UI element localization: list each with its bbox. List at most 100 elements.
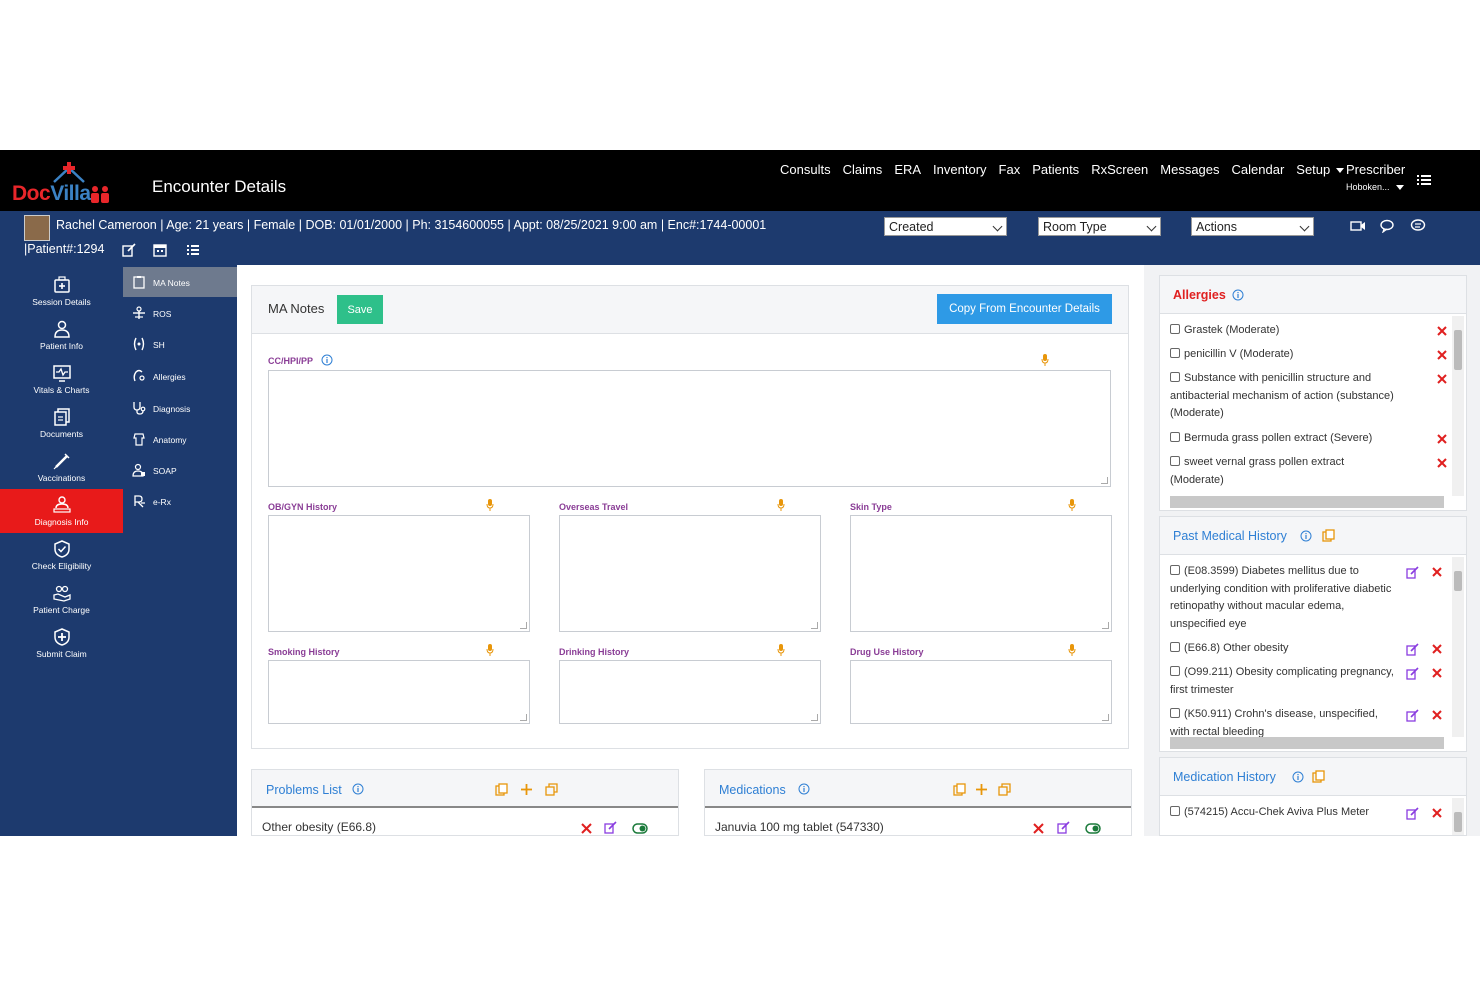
nav-era[interactable]: ERA [888,162,927,177]
pmh-item[interactable]: (E08.3599) Diabetes mellitus due to unde… [1170,563,1400,633]
delete-icon[interactable] [1432,644,1442,654]
subnav-anatomy[interactable]: Anatomy [123,424,237,454]
subnav-ros[interactable]: ROS [123,298,237,328]
allergy-item[interactable]: penicillin V (Moderate) [1170,346,1400,364]
allergy-item[interactable]: Substance with penicillin structure and … [1170,370,1400,423]
medication-history-vertical-scrollbar[interactable] [1452,798,1464,835]
checkbox[interactable] [1170,456,1180,466]
skin-type-textarea[interactable] [850,515,1112,632]
delete-icon[interactable] [1437,434,1447,444]
obgyn-history-textarea[interactable] [268,515,530,632]
info-icon[interactable] [321,354,333,366]
docvilla-logo[interactable]: DocVilla [10,160,120,206]
toggle-icon[interactable] [632,822,648,835]
delete-icon[interactable] [1032,822,1045,835]
list-menu-icon[interactable] [1416,172,1432,188]
sidebar-item-diagnosis-info[interactable]: Diagnosis Info [0,489,123,533]
calendar-icon[interactable] [153,243,167,257]
video-call-icon[interactable] [1350,219,1366,233]
info-icon[interactable] [798,783,810,795]
checkbox[interactable] [1170,348,1180,358]
copy-from-encounter-button[interactable]: Copy From Encounter Details [937,294,1112,324]
checkbox[interactable] [1170,324,1180,334]
room-type-select[interactable]: Room Type [1038,217,1161,236]
copy-icon[interactable] [1322,529,1335,542]
subnav-allergies[interactable]: Allergies [123,361,237,391]
pmh-item[interactable]: (O99.211) Obesity complicating pregnancy… [1170,664,1400,699]
microphone-icon[interactable] [777,644,785,656]
allergies-vertical-scrollbar[interactable] [1452,316,1464,496]
allergy-item[interactable]: sweet vernal grass pollen extract (Moder… [1170,454,1400,489]
sidebar-item-vaccinations[interactable]: Vaccinations [0,445,123,489]
sidebar-item-vitals-charts[interactable]: Vitals & Charts [0,357,123,401]
delete-icon[interactable] [1432,567,1442,577]
chat-icon[interactable] [1380,219,1396,233]
nav-calendar[interactable]: Calendar [1226,162,1291,177]
delete-icon[interactable] [1437,350,1447,360]
microphone-icon[interactable] [486,499,494,511]
location-dropdown[interactable]: Hoboken... [1346,182,1405,192]
nav-rxscreen[interactable]: RxScreen [1085,162,1154,177]
checkbox[interactable] [1170,708,1180,718]
microphone-icon[interactable] [486,644,494,656]
subnav-diagnosis[interactable]: Diagnosis [123,393,237,423]
subnav-soap[interactable]: SOAP [123,455,237,485]
subnav-sh[interactable]: SH [123,329,237,359]
nav-messages[interactable]: Messages [1154,162,1225,177]
checkbox[interactable] [1170,666,1180,676]
duplicate-icon[interactable] [998,783,1011,796]
edit-icon[interactable] [1406,667,1419,680]
list-icon[interactable] [186,243,200,257]
nav-consults[interactable]: Consults [774,162,837,177]
delete-icon[interactable] [580,822,593,835]
edit-icon[interactable] [1406,643,1419,656]
toggle-icon[interactable] [1085,822,1101,835]
drinking-history-textarea[interactable] [559,660,821,724]
prescriber-menu[interactable]: Prescriber Hoboken... [1346,162,1405,192]
edit-icon[interactable] [122,243,136,257]
checkbox[interactable] [1170,372,1180,382]
nav-setup-dropdown[interactable]: Setup [1290,162,1350,177]
nav-inventory[interactable]: Inventory [927,162,992,177]
duplicate-icon[interactable] [545,783,558,796]
edit-icon[interactable] [1057,821,1070,834]
add-icon[interactable] [520,783,533,796]
checkbox[interactable] [1170,806,1180,816]
info-icon[interactable] [1300,530,1312,542]
microphone-icon[interactable] [1041,354,1049,366]
edit-icon[interactable] [1406,566,1419,579]
copy-icon[interactable] [495,783,508,796]
nav-fax[interactable]: Fax [993,162,1027,177]
sidebar-item-patient-charge[interactable]: Patient Charge [0,577,123,621]
pmh-horizontal-scrollbar[interactable] [1170,737,1444,749]
copy-icon[interactable] [1312,770,1325,783]
delete-icon[interactable] [1432,710,1442,720]
microphone-icon[interactable] [777,499,785,511]
subnav-erx[interactable]: e-Rx [123,486,237,516]
info-icon[interactable] [1292,771,1304,783]
subnav-ma-notes[interactable]: MA Notes [123,267,237,297]
allergy-item[interactable]: Grastek (Moderate) [1170,322,1400,340]
nav-patients[interactable]: Patients [1026,162,1085,177]
status-select[interactable]: Created [884,217,1007,236]
smoking-history-textarea[interactable] [268,660,530,724]
info-icon[interactable] [1232,289,1244,301]
microphone-icon[interactable] [1068,499,1076,511]
delete-icon[interactable] [1432,808,1442,818]
edit-icon[interactable] [1406,807,1419,820]
sidebar-item-check-eligibility[interactable]: Check Eligibility [0,533,123,577]
pmh-vertical-scrollbar[interactable] [1452,557,1464,737]
info-icon[interactable] [352,783,364,795]
save-button[interactable]: Save [337,295,383,324]
overseas-travel-textarea[interactable] [559,515,821,632]
nav-claims[interactable]: Claims [837,162,889,177]
cc-hpi-pp-textarea[interactable] [268,370,1111,487]
microphone-icon[interactable] [1068,644,1076,656]
delete-icon[interactable] [1437,326,1447,336]
medication-history-item[interactable]: (574215) Accu-Chek Aviva Plus Meter [1170,804,1400,822]
actions-select[interactable]: Actions [1191,217,1314,236]
delete-icon[interactable] [1432,668,1442,678]
edit-icon[interactable] [1406,709,1419,722]
pmh-item[interactable]: (K50.911) Crohn's disease, unspecified, … [1170,706,1400,741]
sidebar-item-submit-claim[interactable]: Submit Claim [0,621,123,665]
